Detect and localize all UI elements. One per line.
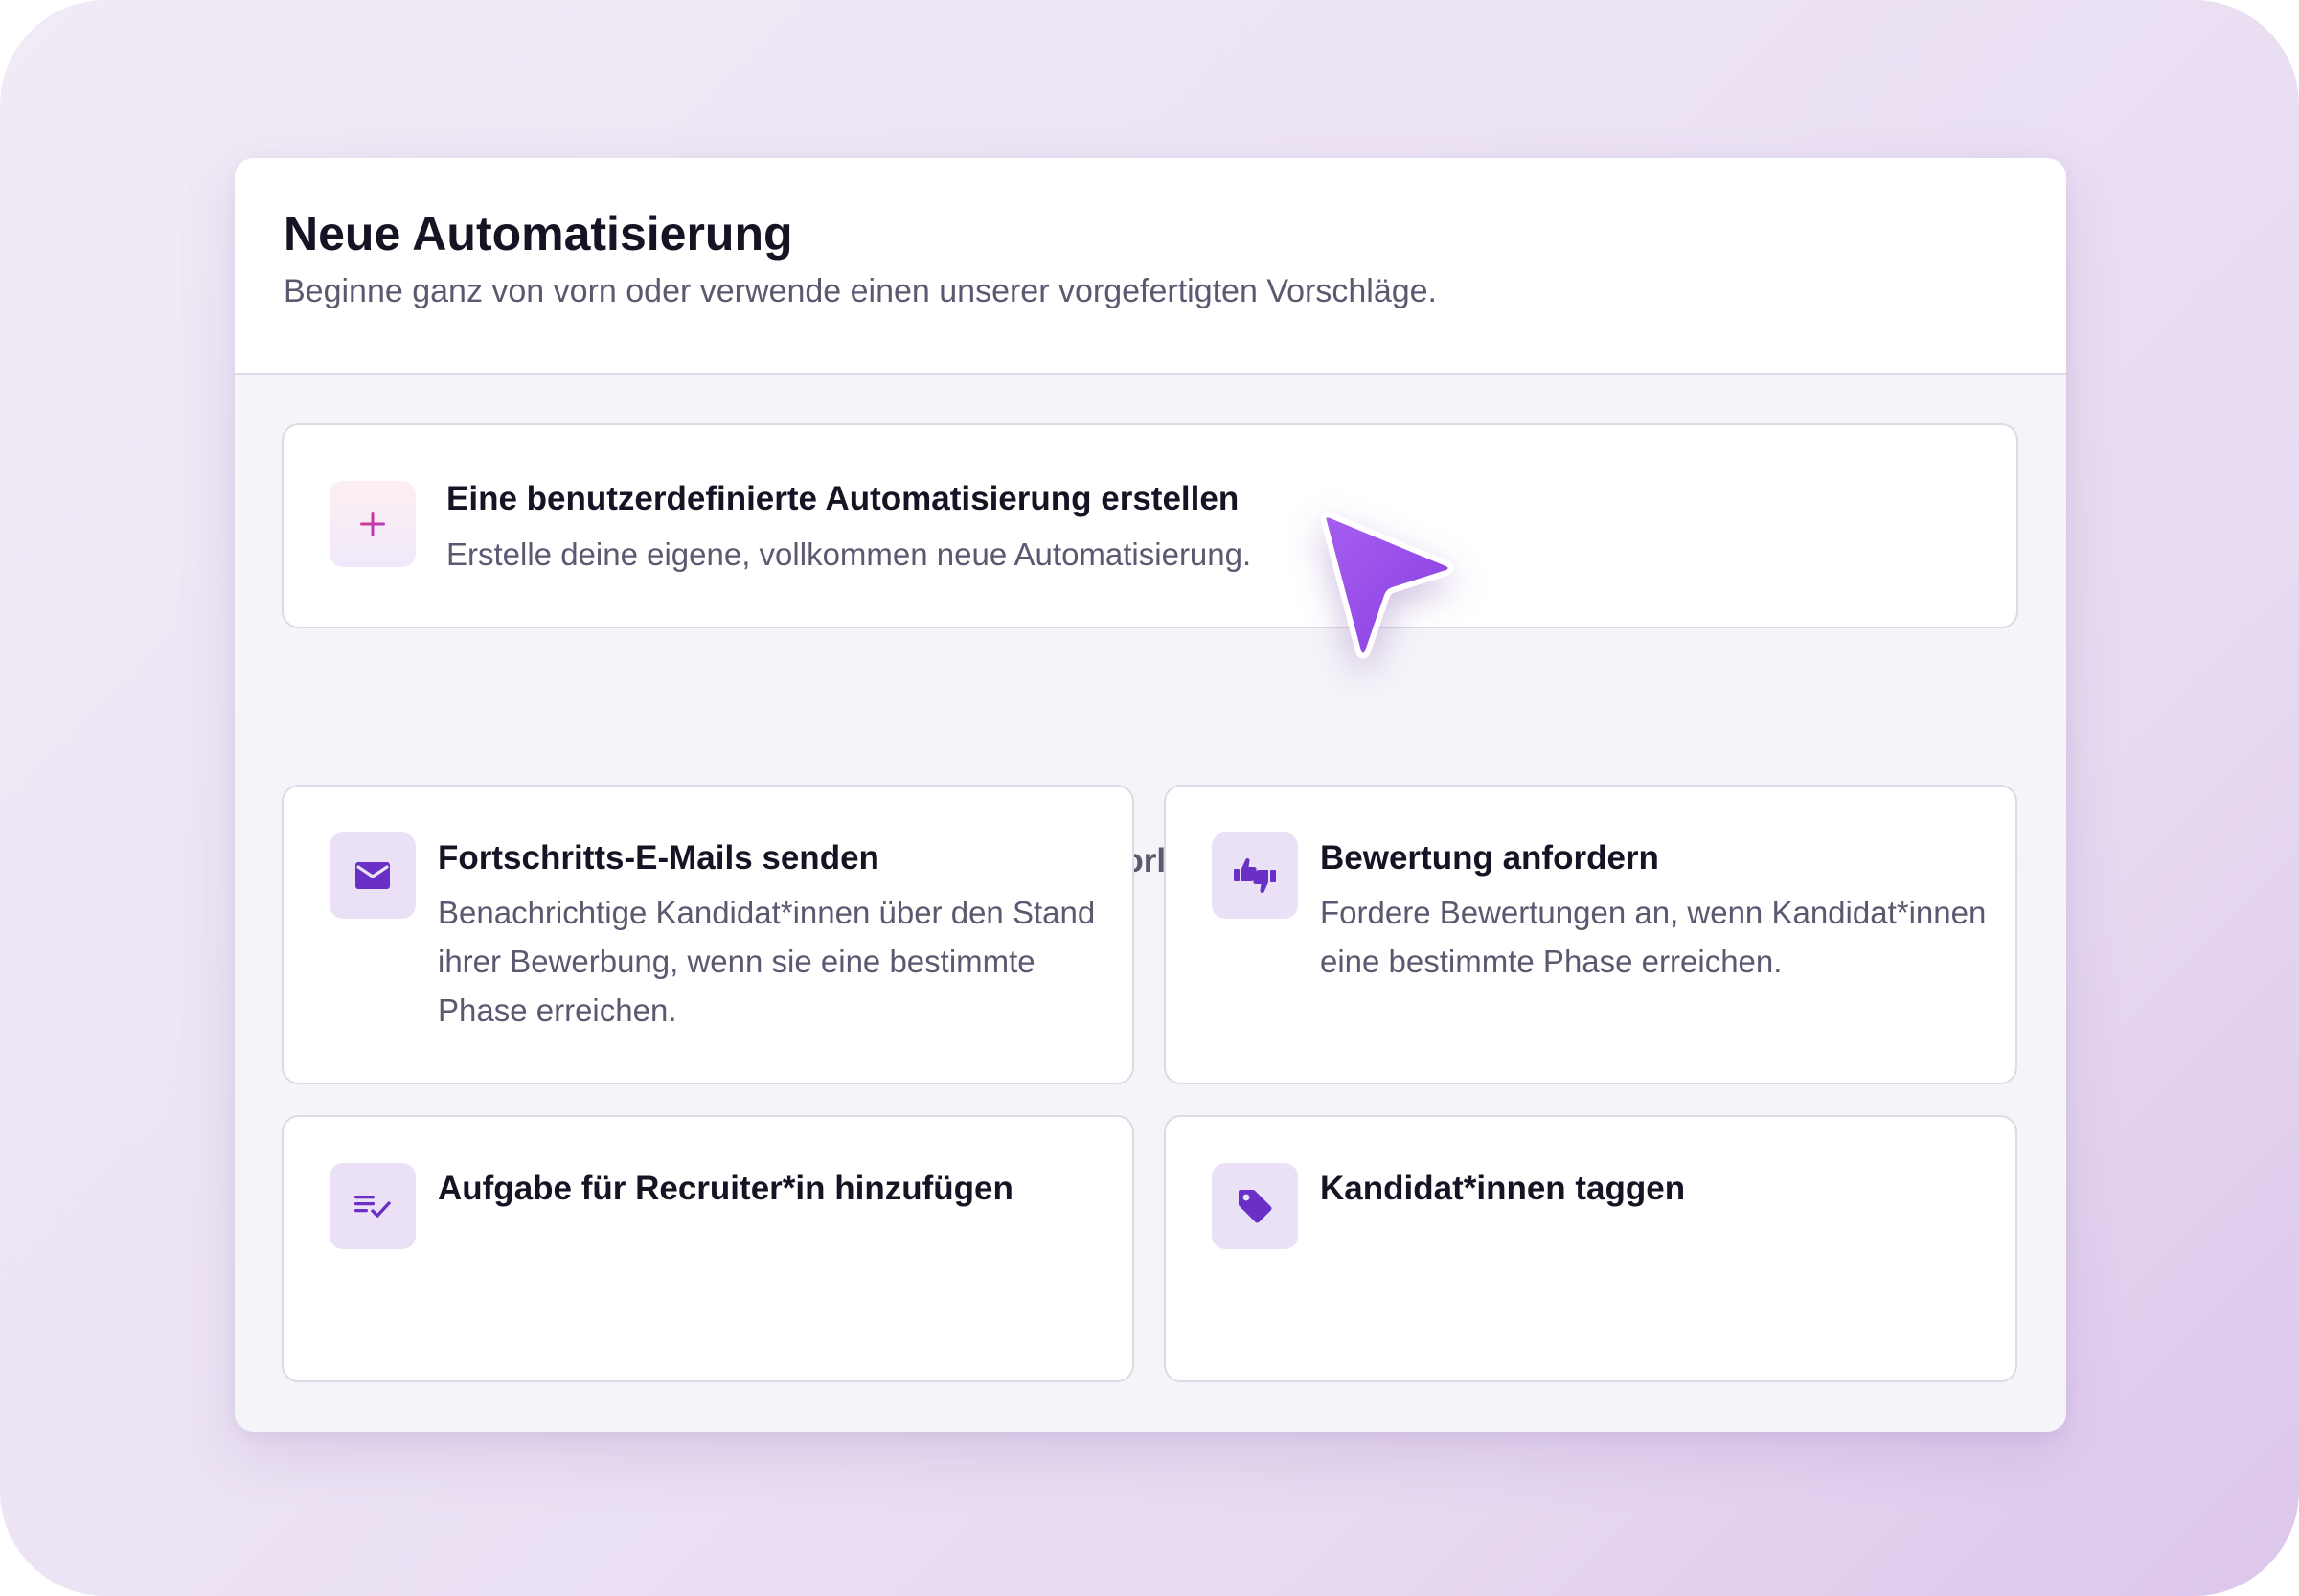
template-card-progress-emails[interactable]: Fortschritts-E-Mails senden Benachrichti… (282, 785, 1134, 1084)
template-description: Benachrichtige Kandidat*innen über den S… (438, 895, 1096, 1028)
checklist-icon (330, 1163, 416, 1249)
template-card-request-review[interactable]: Bewertung anfordern Fordere Bewertungen … (1164, 785, 2017, 1084)
template-title: Aufgabe für Recruiter*in hinzufügen (438, 1170, 1013, 1207)
tag-icon (1212, 1163, 1298, 1249)
dialog-subtitle: Beginne ganz von vorn oder verwende eine… (284, 273, 1437, 309)
dialog-title: Neue Automatisierung (284, 207, 793, 261)
create-custom-automation-option[interactable]: Eine benutzerdefinierte Automatisierung … (282, 423, 2018, 628)
mail-icon (330, 832, 416, 919)
plus-icon (330, 481, 416, 567)
background-frame: Neue Automatisierung Beginne ganz von vo… (0, 0, 2299, 1596)
template-title: Kandidat*innen taggen (1320, 1170, 1686, 1207)
thumbs-up-down-icon (1212, 832, 1298, 919)
template-description: Fordere Bewertungen an, wenn Kandidat*in… (1320, 895, 1987, 979)
pointer-cursor-icon (1312, 508, 1466, 680)
template-title: Fortschritts-E-Mails senden (438, 839, 879, 877)
dialog-header: Neue Automatisierung Beginne ganz von vo… (235, 158, 2066, 375)
template-title: Bewertung anfordern (1320, 839, 1659, 877)
custom-option-title: Eine benutzerdefinierte Automatisierung … (446, 480, 1240, 517)
template-card-tag-candidates[interactable]: Kandidat*innen taggen (1164, 1115, 2017, 1382)
custom-option-description: Erstelle deine eigene, vollkommen neue A… (446, 536, 1252, 572)
template-card-recruiter-task[interactable]: Aufgabe für Recruiter*in hinzufügen (282, 1115, 1134, 1382)
new-automation-dialog: Neue Automatisierung Beginne ganz von vo… (235, 158, 2066, 1432)
